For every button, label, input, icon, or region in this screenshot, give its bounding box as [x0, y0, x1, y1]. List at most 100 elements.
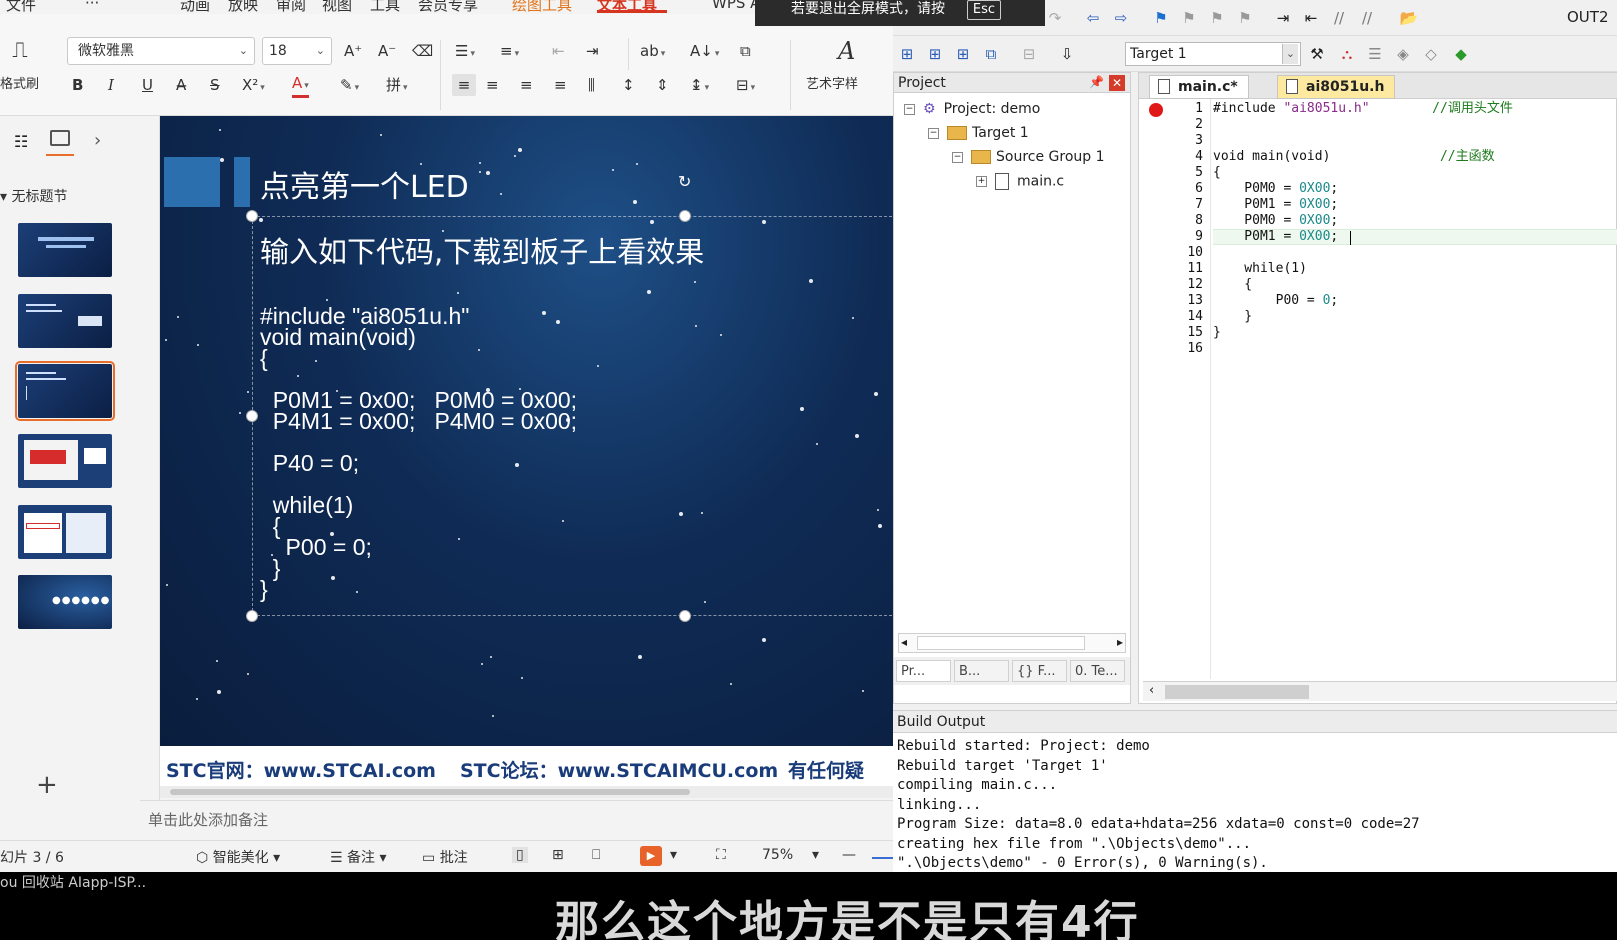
target-options-icon[interactable]: ⚒ — [1307, 44, 1327, 64]
chevron-down-icon[interactable]: ▾ — [812, 847, 819, 863]
chevron-down-icon[interactable]: ▾ — [670, 847, 677, 863]
resize-handle[interactable] — [246, 610, 258, 622]
font-family-select[interactable]: 微软雅黑 ⌄ — [67, 37, 255, 65]
file-extensions-icon[interactable]: ☰ — [1365, 44, 1385, 64]
distribute-icon[interactable]: ⫼ — [588, 74, 595, 96]
scrollbar-thumb[interactable] — [170, 789, 690, 795]
expand-icon[interactable]: + — [976, 176, 987, 187]
scroll-left-icon[interactable]: ◂ — [901, 635, 907, 649]
scrollbar-thumb[interactable] — [917, 636, 1085, 650]
unindent-icon[interactable]: ⇤ — [1301, 8, 1321, 28]
resize-handle[interactable] — [679, 210, 691, 222]
double-strike-icon[interactable]: S — [210, 74, 220, 96]
textbox-options-icon[interactable]: ⊟ — [736, 74, 755, 99]
add-slide-button[interactable]: + — [36, 770, 58, 800]
slide-horizontal-scrollbar[interactable] — [160, 786, 893, 798]
normal-view-icon[interactable]: ▯ — [512, 847, 528, 863]
clear-bookmarks-icon[interactable]: ⚑ — [1235, 8, 1255, 28]
pin-icon[interactable]: 📌 — [1089, 75, 1104, 89]
reading-view-icon[interactable]: ⎕ — [592, 847, 600, 863]
next-bookmark-icon[interactable]: ⚑ — [1207, 8, 1227, 28]
notes-button[interactable]: ☰ 备注 ▾ — [330, 847, 387, 867]
resize-handle[interactable] — [246, 210, 258, 222]
slide-thumbnail-6[interactable]: 6 ●●●●●● — [18, 575, 112, 629]
menu-vip[interactable]: 会员专享 — [418, 0, 478, 14]
text-align-vertical-icon[interactable]: A↓ — [690, 40, 719, 65]
prev-bookmark-icon[interactable]: ⚑ — [1179, 8, 1199, 28]
zoom-level[interactable]: 75% — [762, 847, 793, 863]
numbered-list-icon[interactable]: ≡ — [500, 40, 519, 65]
translate-icon[interactable]: ⊞ — [897, 44, 917, 64]
format-painter-label[interactable]: 格式刷 — [0, 74, 39, 96]
outline-view-icon[interactable]: ☷ — [14, 132, 28, 151]
batch-build-icon[interactable]: ⧉ — [981, 44, 1001, 64]
convert-smartart-icon[interactable]: ⧉ — [740, 40, 751, 62]
editor-horizontal-scrollbar[interactable]: ‹ — [1143, 681, 1617, 701]
navigate-back-icon[interactable]: ⇦ — [1083, 8, 1103, 28]
zoom-out-button[interactable]: — — [842, 847, 856, 863]
clear-format-icon[interactable]: ⌫ — [412, 40, 433, 62]
redo-icon[interactable]: ↷ — [1045, 8, 1065, 28]
bullet-list-icon[interactable]: ☰ — [455, 40, 475, 65]
slide-view-icon[interactable] — [50, 130, 70, 146]
tab-books[interactable]: B... — [954, 660, 1009, 682]
manage-packs-icon[interactable]: ◈ — [1393, 44, 1413, 64]
font-shrink-icon[interactable]: A⁻ — [378, 40, 396, 62]
spacing-menu-icon[interactable]: ↨ — [690, 74, 709, 99]
scroll-right-icon[interactable]: ▸ — [1117, 635, 1123, 649]
art-text-label[interactable]: 艺术字样 — [806, 74, 858, 96]
resize-handle[interactable] — [246, 410, 258, 422]
bold-button[interactable]: B — [72, 74, 83, 96]
scrollbar-thumb[interactable] — [1165, 685, 1309, 699]
menu-view[interactable]: 视图 — [322, 0, 352, 14]
resize-handle[interactable] — [679, 610, 691, 622]
align-right-icon[interactable]: ≡ — [520, 74, 533, 96]
smart-beautify-button[interactable]: ⬡ 智能美化 ▾ — [196, 847, 280, 867]
tab-main-c[interactable]: main.c* — [1149, 75, 1249, 99]
tab-ai8051u-h[interactable]: ai8051u.h — [1277, 75, 1396, 99]
menu-animation[interactable]: 动画 — [180, 0, 210, 14]
italic-button[interactable]: I — [108, 74, 114, 96]
slide-thumbnail-5[interactable]: 5 — [18, 505, 112, 559]
close-icon[interactable]: ✕ — [1109, 75, 1125, 91]
menu-review[interactable]: 审阅 — [276, 0, 306, 14]
out2-label[interactable]: OUT2 — [1567, 8, 1609, 26]
slide[interactable]: 点亮第一个LED ↻ 输入如下代码,下载到板子上看效果 #include "ai… — [160, 116, 893, 746]
select-device-icon[interactable]: ◇ — [1421, 44, 1441, 64]
font-size-select[interactable]: 18 ⌄ — [262, 37, 332, 65]
font-grow-icon[interactable]: A⁺ — [344, 40, 362, 62]
rebuild-icon[interactable]: ⊞ — [953, 44, 973, 64]
increase-indent-icon[interactable]: ⇥ — [586, 40, 599, 62]
project-horizontal-scrollbar[interactable]: ◂ ▸ — [898, 633, 1126, 653]
play-slideshow-button[interactable]: ▶ — [640, 846, 662, 866]
scroll-left-icon[interactable]: ‹ — [1149, 683, 1154, 698]
menu-more[interactable]: ··· — [85, 0, 99, 12]
line-spacing-icon[interactable]: ↕ — [622, 74, 635, 96]
manage-components-icon[interactable]: ⛬ — [1337, 44, 1357, 64]
code-text-area[interactable]: #include "ai8051u.h" //调用头文件 void main(vo… — [1213, 101, 1617, 681]
format-painter-icon[interactable]: ⎍ — [8, 40, 32, 62]
phonetic-icon[interactable]: 拼 — [386, 74, 408, 99]
slide-subtitle[interactable]: 输入如下代码,下载到板子上看效果 — [260, 229, 704, 271]
run-time-environment-icon[interactable]: ◆ — [1451, 44, 1471, 64]
find-in-files-icon[interactable]: 📂 — [1399, 8, 1419, 28]
tab-project[interactable]: Pr... — [896, 660, 951, 682]
decrease-indent-icon[interactable]: ⇤ — [552, 40, 565, 62]
download-icon[interactable]: ⇩ — [1057, 44, 1077, 64]
menu-slideshow[interactable]: 放映 — [228, 0, 258, 14]
underline-button[interactable]: U — [142, 74, 153, 96]
menu-file[interactable]: 文件 — [6, 0, 36, 14]
strikethrough-icon[interactable]: A̶ — [176, 74, 186, 96]
build-output-text[interactable]: Rebuild started: Project: demo Rebuild t… — [897, 737, 1420, 872]
menu-drawing-tools[interactable]: 绘图工具 — [512, 0, 572, 14]
rotate-handle-icon[interactable]: ↻ — [678, 174, 694, 190]
superscript-button[interactable]: X² — [242, 74, 265, 99]
collapse-icon[interactable]: ▾ — [0, 189, 7, 205]
highlight-icon[interactable]: ✎ — [340, 74, 359, 99]
slide-thumbnail-3[interactable]: 3 — [15, 361, 115, 421]
uncomment-selection-icon[interactable]: // — [1357, 8, 1377, 28]
slide-code-text[interactable]: #include "ai8051u.h" void main(void) { P… — [260, 305, 577, 601]
tree-target-1[interactable]: − Target 1 — [928, 125, 1029, 141]
indent-icon[interactable]: ⇥ — [1273, 8, 1293, 28]
grid-view-icon[interactable]: ⊞ — [552, 847, 564, 863]
